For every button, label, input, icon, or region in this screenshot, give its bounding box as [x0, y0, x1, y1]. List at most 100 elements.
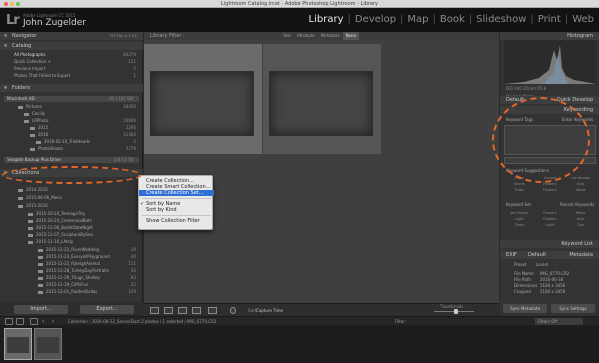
- keyword-list-header[interactable]: Keyword List: [500, 240, 599, 248]
- navigator-header[interactable]: ▼ Navigator FIT FILL 1:1 3:1: [0, 32, 143, 40]
- collection-item[interactable]: 2015-11-23_EveryellPlayground: [38, 254, 110, 259]
- folder-item[interactable]: 2015: [30, 125, 48, 130]
- metadata-title: Metadata: [569, 252, 593, 258]
- thumbnail-size-slider-knob[interactable]: [454, 309, 458, 314]
- loupe-view-icon[interactable]: [164, 307, 173, 314]
- folder-item[interactable]: LRPhoto: [24, 118, 48, 123]
- people-view-icon[interactable]: [208, 307, 217, 314]
- folder-count: 3779: [125, 146, 136, 151]
- primary-window-icon[interactable]: [5, 318, 13, 325]
- module-print[interactable]: Print: [535, 14, 564, 25]
- grid-icon[interactable]: [30, 318, 38, 325]
- suggestion-keyword[interactable]: Mesa: [565, 187, 596, 193]
- menu-show-collection-filter[interactable]: Show Collection Filter: [139, 218, 214, 224]
- filter-tab-none[interactable]: None: [342, 32, 359, 40]
- forward-arrow-icon[interactable]: ›: [52, 318, 60, 325]
- collection-item[interactable]: 2015-12-01_RaidenDallas: [38, 289, 97, 294]
- catalog-item-all-photographs[interactable]: All Photographs: [14, 52, 45, 57]
- collection-set-item[interactable]: 2015-11-16_LAtrip: [28, 239, 73, 244]
- keyword-set-dropdown[interactable]: Recent Keywords: [560, 202, 594, 208]
- export-button[interactable]: Export...: [80, 305, 134, 314]
- module-web[interactable]: Web: [569, 14, 597, 25]
- folder-item[interactable]: Cecilly: [24, 111, 45, 116]
- metadata-header[interactable]: EXIF Default Metadata: [500, 251, 599, 259]
- metadata-view-dropdown[interactable]: EXIF: [506, 251, 517, 259]
- suggestion-keyword[interactable]: Trees: [504, 187, 535, 193]
- catalog-item-failed-export[interactable]: Photos That Failed to Export: [14, 73, 70, 78]
- metadata-preset-dropdown[interactable]: Lorem: [536, 262, 549, 268]
- histogram-header[interactable]: Histogram: [500, 32, 599, 40]
- folder-icon: [30, 126, 35, 130]
- menu-create-collection-set[interactable]: Create Collection Set...: [139, 190, 214, 196]
- module-develop[interactable]: Develop: [352, 14, 399, 25]
- collection-item[interactable]: 2015-11-07_SculptureBySea: [28, 232, 93, 237]
- filmstrip-thumbnail[interactable]: [4, 328, 32, 360]
- filter-tab-text[interactable]: Text: [280, 32, 294, 40]
- volume-seagate-backup[interactable]: Seagate Backup Plus Drive 1.8 / 2 TB: [4, 157, 139, 163]
- sync-settings-button[interactable]: Sync Settings: [551, 304, 595, 313]
- spray-can-icon[interactable]: [230, 307, 236, 314]
- volume-usage: 91 / 187 GB: [109, 96, 133, 101]
- keyword-list-title: Keyword List: [561, 241, 593, 247]
- collection-item[interactable]: 2015-10-24_CentennialBats: [28, 218, 92, 223]
- collection-item[interactable]: 2015-10-24_TeenageTrip: [28, 211, 85, 216]
- suggestion-keyword[interactable]: Flowers: [535, 187, 566, 193]
- grid-cell[interactable]: [144, 44, 262, 154]
- histogram-stats: ISO 100 35mm f/5.6: [506, 86, 547, 91]
- filter-tab-metadata[interactable]: Metadata: [318, 32, 343, 40]
- folder-item[interactable]: Pictures: [18, 104, 42, 109]
- photo-thumbnail[interactable]: [269, 71, 373, 136]
- module-book[interactable]: Book: [437, 14, 468, 25]
- collection-item[interactable]: 2015-11-29_CliftsFun: [38, 282, 88, 287]
- filter-tab-attribute[interactable]: Attribute: [294, 32, 318, 40]
- annotation-ellipse-collections: [2, 166, 142, 184]
- folder-icon: [18, 105, 23, 109]
- folder-item[interactable]: PhotoShoots: [30, 146, 63, 151]
- filmstrip-thumbnail[interactable]: [34, 328, 62, 360]
- collection-set-item[interactable]: 2015-06-06_Mesa: [18, 195, 62, 200]
- survey-view-icon[interactable]: [192, 307, 201, 314]
- photo-thumbnail[interactable]: [150, 71, 254, 136]
- collection-set-item[interactable]: 2014-2015: [18, 187, 48, 192]
- filmstrip-filter-dropdown[interactable]: Filters Off: [535, 318, 583, 325]
- folder-item[interactable]: 2016-02-10_TrailHeads: [36, 139, 90, 144]
- collection-count: 129: [128, 289, 136, 294]
- catalog-item-previous-import[interactable]: Previous Import: [14, 66, 45, 71]
- collection-item[interactable]: 2015-11-22_RiverWedding: [38, 247, 99, 252]
- collection-count: 40: [130, 254, 136, 259]
- menu-sort-by-kind[interactable]: Sort by Kind: [139, 207, 214, 213]
- grid-cell[interactable]: [263, 44, 381, 154]
- sort-dropdown[interactable]: Capture Time: [256, 306, 283, 315]
- set-keyword[interactable]: Zoo: [565, 222, 596, 228]
- catalog-header[interactable]: ▼ Catalog: [0, 42, 143, 50]
- compare-view-icon[interactable]: [178, 307, 187, 314]
- module-map[interactable]: Map: [404, 14, 431, 25]
- set-keyword[interactable]: Light: [535, 222, 566, 228]
- collection-set-item[interactable]: 2015-2016: [18, 203, 48, 208]
- collections-context-menu: Create Collection... Create Smart Collec…: [138, 175, 214, 230]
- histogram-graph: [504, 45, 596, 84]
- catalog-item-quick-collection[interactable]: Quick Collection +: [14, 59, 51, 64]
- module-picker: Library | Develop | Map | Book | Slideshow | …: [306, 14, 597, 25]
- module-slideshow[interactable]: Slideshow: [473, 14, 529, 25]
- library-filter-title: Library Filter :: [150, 33, 185, 39]
- collection-item[interactable]: 2015-11-25_RaleighAnimal: [38, 261, 100, 266]
- set-keyword[interactable]: Trees: [504, 222, 535, 228]
- collection-set-icon: [18, 188, 23, 192]
- grid-view-icon[interactable]: [150, 307, 159, 314]
- collection-icon: [38, 262, 43, 266]
- sync-metadata-button[interactable]: Sync Metadata: [503, 304, 547, 313]
- collection-item[interactable]: 2015-11-28_TurkeyDayPortraits: [38, 268, 109, 273]
- import-button[interactable]: Import...: [14, 305, 68, 314]
- volume-macintosh-hd[interactable]: Macintosh HD 91 / 187 GB: [4, 96, 139, 102]
- module-library[interactable]: Library: [306, 14, 347, 25]
- collection-icon: [28, 233, 33, 237]
- collection-item[interactable]: 2015-11-29_Thugs_Shelley: [38, 275, 100, 280]
- navigator-zoom-options[interactable]: FIT FILL 1:1 3:1: [110, 32, 137, 40]
- back-arrow-icon[interactable]: ‹: [42, 318, 50, 325]
- collection-icon: [38, 276, 43, 280]
- collection-item[interactable]: 2015-11-06_BalletDateNight: [28, 225, 93, 230]
- folders-header[interactable]: ▼ Folders: [0, 84, 143, 92]
- folder-item[interactable]: 2016: [30, 132, 48, 137]
- secondary-window-icon[interactable]: [16, 318, 24, 325]
